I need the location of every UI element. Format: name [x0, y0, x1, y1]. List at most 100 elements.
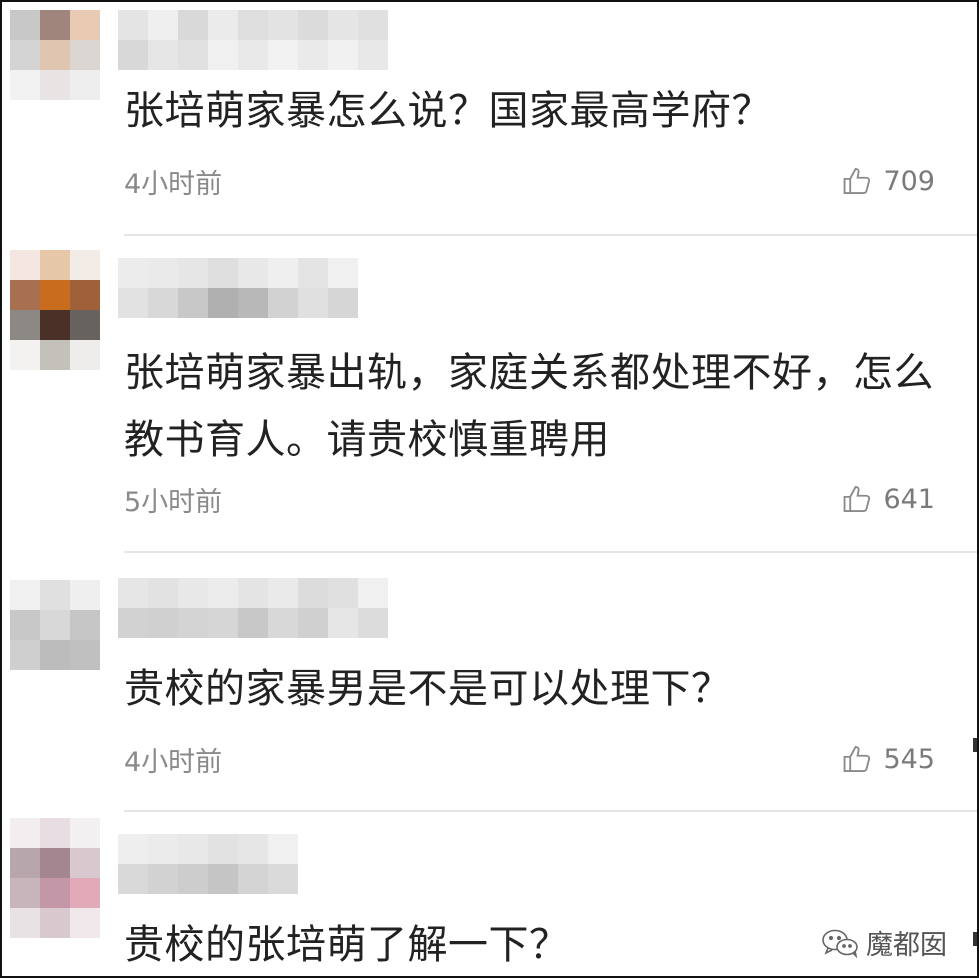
username-pixel [148, 40, 178, 70]
username-pixel [118, 288, 148, 318]
username-pixel [328, 288, 358, 318]
avatar-pixel [10, 40, 40, 70]
username-pixel [328, 258, 358, 288]
avatar-pixel [10, 70, 40, 100]
username-blurred[interactable] [118, 834, 298, 894]
like-button[interactable]: 641 [841, 482, 935, 516]
username-pixel [178, 258, 208, 288]
username-pixel [148, 578, 178, 608]
avatar-pixel [40, 310, 70, 340]
scroll-edge-mark [973, 738, 977, 752]
avatar-pixel [70, 250, 100, 280]
avatar-pixel [40, 818, 70, 848]
username-pixel [268, 40, 298, 70]
username-pixel [298, 608, 328, 638]
username-pixel [238, 288, 268, 318]
username-pixel [238, 10, 268, 40]
avatar-pixel [70, 310, 100, 340]
username-pixel [268, 578, 298, 608]
avatar-pixel [40, 70, 70, 100]
avatar-pixel [70, 580, 100, 610]
username-pixel [298, 288, 328, 318]
username-pixel [148, 608, 178, 638]
username-pixel [208, 288, 238, 318]
comment-time: 4小时前 [124, 747, 223, 778]
username-pixel [268, 10, 298, 40]
avatar-pixel [40, 40, 70, 70]
username-pixel [148, 10, 178, 40]
username-blurred[interactable] [118, 258, 358, 318]
scroll-edge-mark [973, 932, 977, 946]
avatar-pixel [70, 818, 100, 848]
username-pixel [208, 578, 238, 608]
username-pixel [358, 608, 388, 638]
username-pixel [358, 40, 388, 70]
thumbs-up-icon [844, 746, 871, 772]
username-pixel [208, 258, 238, 288]
username-pixel [148, 834, 178, 864]
avatar-pixel [10, 280, 40, 310]
username-pixel [268, 288, 298, 318]
username-pixel [178, 608, 208, 638]
username-pixel [208, 10, 238, 40]
avatar[interactable] [10, 10, 102, 100]
username-pixel [178, 10, 208, 40]
avatar-pixel [40, 610, 70, 640]
avatar-pixel [70, 908, 100, 938]
avatar[interactable] [10, 250, 102, 370]
avatar-pixel [70, 340, 100, 370]
avatar-pixel [10, 610, 40, 640]
username-pixel [268, 864, 298, 894]
username-blurred[interactable] [118, 10, 388, 70]
watermark-label: 魔都囡 [866, 930, 947, 961]
comment-time: 4小时前 [124, 169, 223, 200]
divider [124, 551, 977, 553]
username-pixel [238, 40, 268, 70]
username-pixel [118, 10, 148, 40]
avatar-pixel [70, 640, 100, 670]
avatar-pixel [10, 818, 40, 848]
username-pixel [118, 40, 148, 70]
username-pixel [118, 578, 148, 608]
username-pixel [268, 258, 298, 288]
username-pixel [178, 834, 208, 864]
avatar[interactable] [10, 818, 102, 938]
username-pixel [238, 258, 268, 288]
avatar-pixel [10, 580, 40, 610]
username-pixel [118, 258, 148, 288]
comment-item: 贵校的家暴男是不是可以处理下？ 4小时前 545 [2, 554, 977, 812]
avatar-pixel [10, 310, 40, 340]
username-pixel [208, 834, 238, 864]
username-pixel [298, 40, 328, 70]
username-pixel [178, 864, 208, 894]
username-pixel [238, 834, 268, 864]
avatar-pixel [40, 878, 70, 908]
username-blurred[interactable] [118, 578, 388, 638]
username-pixel [328, 578, 358, 608]
thumbs-up-icon [844, 168, 871, 194]
username-pixel [358, 578, 388, 608]
username-pixel [238, 608, 268, 638]
username-pixel [298, 10, 328, 40]
like-button[interactable]: 709 [841, 164, 935, 198]
avatar-pixel [10, 908, 40, 938]
username-pixel [118, 864, 148, 894]
comment-text: 贵校的家暴男是不是可以处理下？ [124, 666, 732, 712]
avatar-pixel [70, 878, 100, 908]
avatar-pixel [10, 10, 40, 40]
like-button[interactable]: 545 [841, 742, 935, 776]
like-count: 545 [883, 743, 935, 775]
username-pixel [178, 578, 208, 608]
username-pixel [208, 608, 238, 638]
avatar-pixel [40, 280, 70, 310]
like-count: 641 [883, 483, 935, 515]
comment-text: 张培萌家暴怎么说？国家最高学府？ [124, 88, 772, 134]
comment-time: 5小时前 [124, 487, 223, 518]
avatar-pixel [70, 40, 100, 70]
avatar-pixel [10, 340, 40, 370]
username-pixel [298, 258, 328, 288]
username-pixel [358, 10, 388, 40]
thumbs-up-icon [844, 486, 871, 512]
username-pixel [238, 864, 268, 894]
avatar[interactable] [10, 580, 102, 670]
